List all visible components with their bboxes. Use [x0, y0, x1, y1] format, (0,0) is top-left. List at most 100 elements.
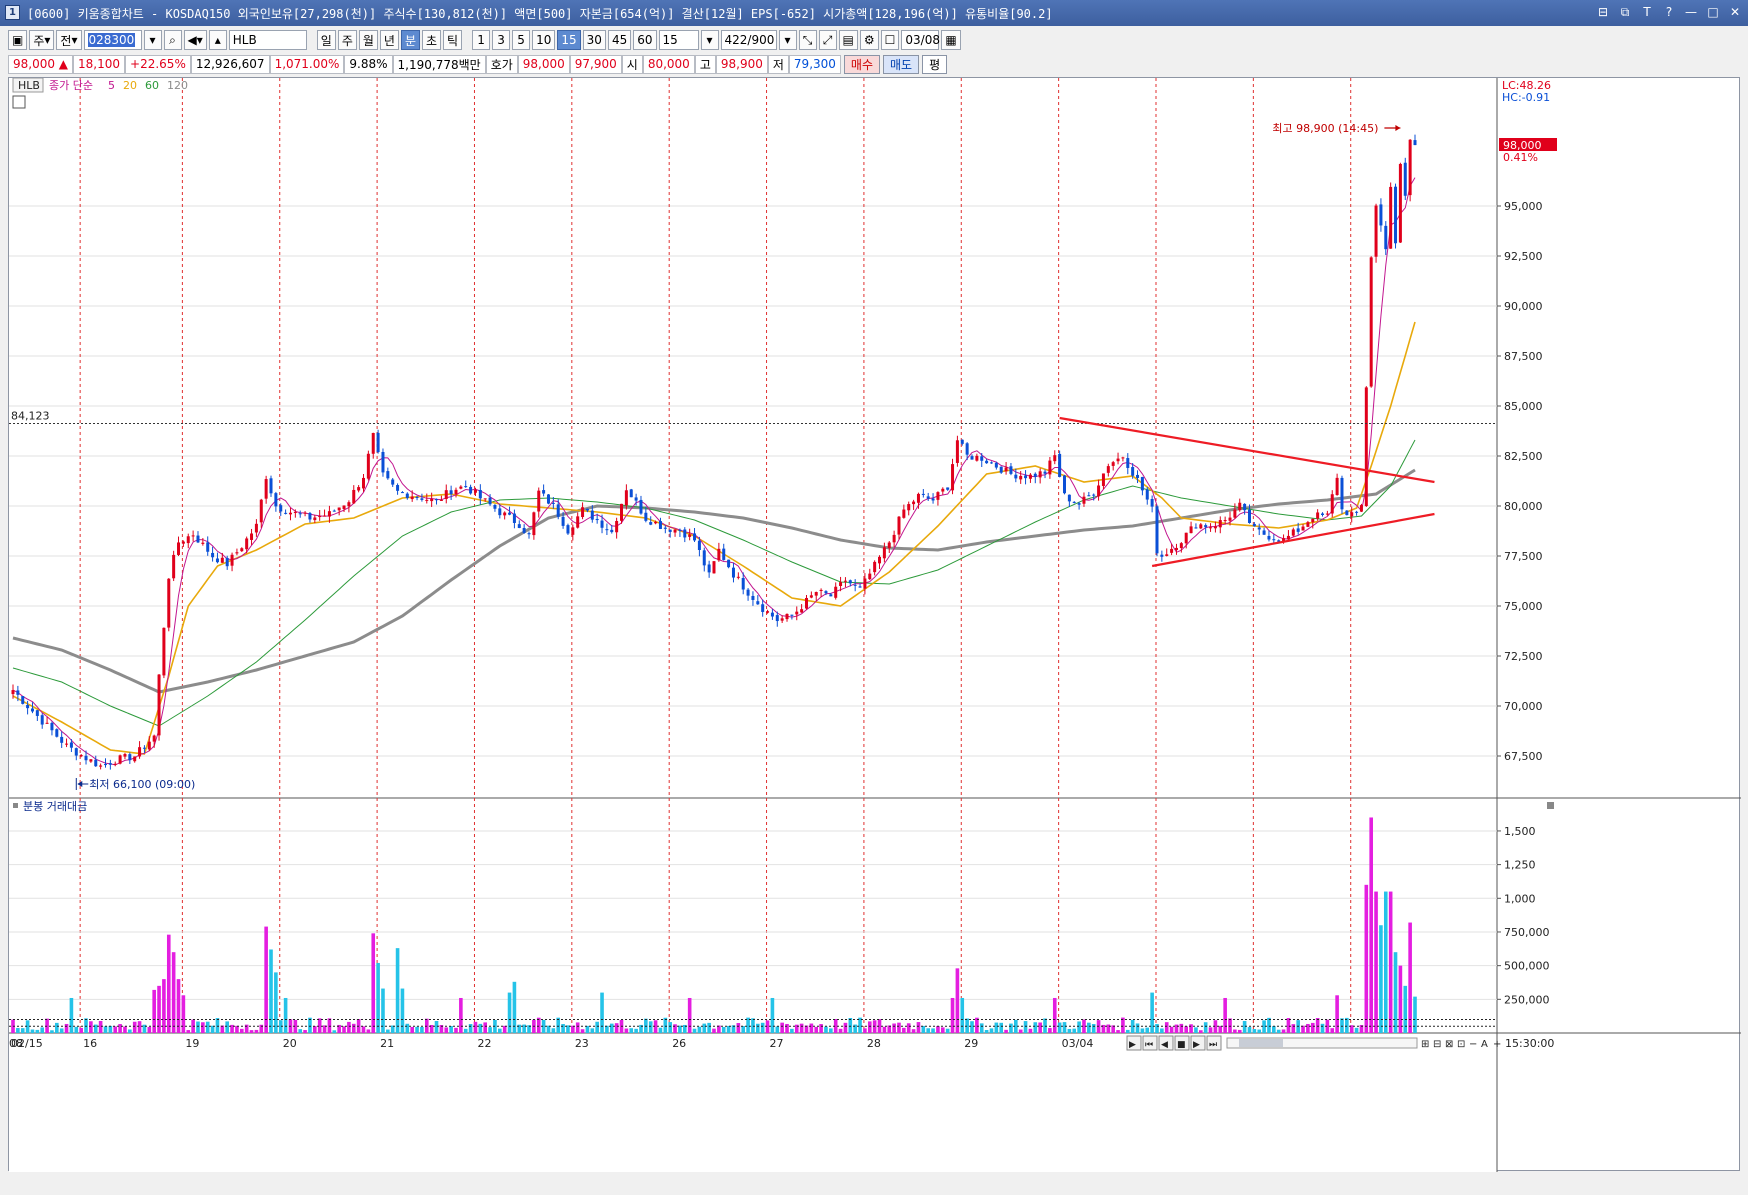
candle-body: [746, 589, 750, 596]
candle-body: [259, 499, 263, 523]
settings-icon[interactable]: ⚙: [859, 30, 879, 50]
layout-icon[interactable]: ▣: [8, 30, 28, 50]
volume-tick-label: 750,000: [1504, 926, 1550, 939]
candle-body: [936, 492, 940, 500]
volume-bar: [50, 1030, 54, 1033]
candle-body: [488, 497, 492, 505]
interval-3[interactable]: 3: [492, 30, 511, 50]
period-year[interactable]: 년: [379, 30, 399, 50]
candle-body: [960, 439, 964, 444]
chart-area[interactable]: 84,123 최고 98,900 (14:45) 최저 66,100 (09:00)…: [8, 77, 1741, 1172]
candle-body: [1077, 503, 1081, 505]
interval-60[interactable]: 60: [633, 30, 657, 50]
candle-body: [790, 614, 794, 616]
nav-button-icon: ⏭: [1209, 1040, 1217, 1050]
high-label: 고: [694, 54, 716, 74]
volume-bar: [74, 1026, 79, 1033]
close-button[interactable]: ✕: [1726, 3, 1744, 21]
period-tick[interactable]: 틱: [443, 30, 463, 50]
interval-dropdown-icon[interactable]: ▾: [700, 30, 719, 50]
link-icon[interactable]: ⊟: [1594, 3, 1612, 21]
candle-body: [707, 564, 711, 573]
search-icon[interactable]: ⌕: [163, 30, 182, 50]
interval-10[interactable]: 10: [532, 30, 556, 50]
volume-bar: [1018, 1029, 1023, 1033]
window-number-icon[interactable]: 1: [5, 5, 20, 20]
date-field[interactable]: 03/08: [901, 30, 940, 50]
volume-bar: [970, 1021, 974, 1033]
maximize-button[interactable]: □: [1704, 3, 1722, 21]
quote-strip: 98,000 ▲ 18,100 +22.65% 12,926,607 1,071…: [0, 53, 1748, 75]
volume-bar: [79, 1027, 83, 1033]
stock-select-icon[interactable]: ▴: [208, 30, 227, 50]
period-second[interactable]: 초: [422, 30, 442, 50]
checkbox-icon[interactable]: ☐: [880, 30, 900, 50]
volume-bar: [1252, 1029, 1257, 1033]
volume-bar: [551, 1028, 556, 1033]
candle-body: [1369, 257, 1373, 387]
interval-15[interactable]: 15: [557, 30, 581, 50]
interval-30[interactable]: 30: [582, 30, 606, 50]
copy-window-icon[interactable]: ⧉: [1616, 3, 1634, 21]
time-tick-label: 28: [867, 1037, 881, 1050]
volume-bar: [225, 1021, 229, 1033]
volume-bar: [132, 1021, 137, 1033]
count-field[interactable]: 422/900: [720, 30, 777, 50]
candle-body: [766, 611, 770, 613]
help-icon[interactable]: ?: [1660, 3, 1678, 21]
sell-button[interactable]: 매도: [883, 54, 920, 74]
time-label: 15:30:00: [1505, 1037, 1554, 1050]
candle-body: [1189, 526, 1193, 534]
save-icon[interactable]: ▤: [838, 30, 858, 50]
minimize-button[interactable]: —: [1682, 3, 1700, 21]
volume-bar: [1184, 1026, 1189, 1033]
zoom-in-icon[interactable]: ⤡: [798, 30, 817, 50]
volume-bar: [595, 1021, 599, 1033]
candle-body: [362, 477, 365, 489]
prev-select[interactable]: 전 ▾: [56, 30, 82, 50]
candle-body: [1136, 474, 1140, 478]
period-month[interactable]: 월: [358, 30, 378, 50]
eval-button[interactable]: 평: [922, 54, 948, 74]
calendar-icon[interactable]: ▦: [941, 30, 961, 50]
volume-bar: [663, 1017, 668, 1033]
speaker-icon[interactable]: ◀▾: [183, 30, 207, 50]
volume-bar: [59, 1028, 64, 1033]
period-day[interactable]: 일: [316, 30, 336, 50]
candle-body: [1063, 475, 1066, 494]
plot-background: [9, 78, 1497, 1172]
candle-body: [1257, 527, 1261, 530]
count-dropdown-icon[interactable]: ▾: [778, 30, 797, 50]
volume-bar: [775, 1026, 780, 1033]
candle-body: [1024, 475, 1028, 479]
code-input[interactable]: 028300: [83, 30, 142, 50]
candle-body: [1048, 460, 1052, 475]
interval-1[interactable]: 1: [472, 30, 491, 50]
interval-input[interactable]: 15: [658, 30, 699, 50]
candle-body: [332, 510, 336, 512]
volume-bar: [756, 1023, 760, 1033]
volume-bar: [658, 1027, 663, 1033]
volume-bar: [1038, 1022, 1042, 1033]
code-dropdown-icon[interactable]: ▾: [143, 30, 162, 50]
candle-body: [649, 522, 653, 525]
candle-body: [902, 509, 906, 518]
stock-name-field[interactable]: HLB: [228, 30, 307, 50]
candle-body: [94, 759, 98, 767]
candle-body: [79, 755, 83, 757]
volume-bar: [911, 1029, 916, 1033]
period-week[interactable]: 주: [337, 30, 357, 50]
candle-body: [391, 479, 395, 485]
interval-45[interactable]: 45: [607, 30, 632, 50]
zoom-out-icon[interactable]: ⤢: [818, 30, 837, 50]
candle-body: [673, 529, 677, 533]
price-volume-chart[interactable]: 84,123 최고 98,900 (14:45) 최저 66,100 (09:00)…: [9, 77, 1741, 1172]
font-icon[interactable]: T: [1638, 3, 1656, 21]
type-select[interactable]: 주 ▾: [29, 30, 55, 50]
volume-bar: [376, 962, 380, 1033]
period-minute[interactable]: 분: [400, 30, 420, 50]
candle-body: [848, 580, 852, 584]
interval-5[interactable]: 5: [512, 30, 531, 50]
volume-pane-marker: [13, 803, 18, 808]
buy-button[interactable]: 매수: [843, 54, 881, 74]
